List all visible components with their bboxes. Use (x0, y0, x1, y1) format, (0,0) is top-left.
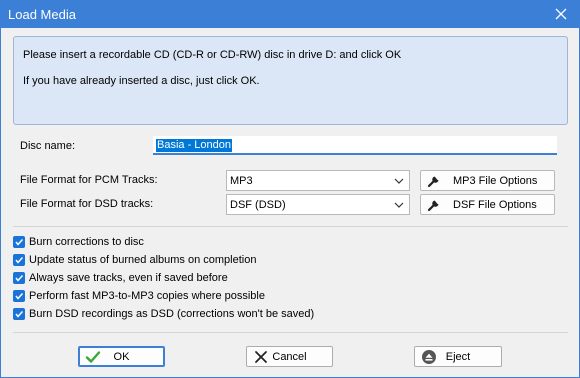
disc-name-field[interactable]: Basia - London (153, 136, 557, 155)
disc-name-value: Basia - London (156, 139, 232, 152)
checkbox-label: Update status of burned albums on comple… (29, 254, 257, 266)
instruction-box: Please insert a recordable CD (CD-R or C… (13, 36, 568, 125)
instruction-line-1: Please insert a recordable CD (CD-R or C… (23, 49, 402, 61)
title-bar: Load Media (1, 1, 579, 28)
eject-button[interactable]: Eject (414, 346, 502, 367)
checkbox-label: Perform fast MP3-to-MP3 copies where pos… (29, 290, 265, 302)
dsf-file-options-label: DSF File Options (453, 199, 537, 211)
mp3-file-options-button[interactable]: MP3 File Options (420, 170, 555, 191)
wrench-icon (427, 176, 439, 188)
divider (13, 332, 568, 333)
ok-label: OK (113, 351, 130, 363)
checkbox-label: Always save tracks, even if saved before (29, 272, 228, 284)
checkbox-checked[interactable] (13, 308, 25, 320)
window-title: Load Media (8, 7, 76, 22)
divider (13, 226, 568, 227)
load-media-dialog: Load Media Please insert a recordable CD… (0, 0, 580, 378)
dsd-format-select[interactable]: DSF (DSD) (226, 194, 410, 215)
chevron-down-icon (394, 178, 404, 184)
ok-button[interactable]: OK (78, 346, 165, 367)
checkbox-checked[interactable] (13, 236, 25, 248)
cancel-button[interactable]: Cancel (246, 346, 333, 367)
cancel-label: Cancel (272, 351, 307, 363)
disc-name-label: Disc name: (20, 140, 76, 152)
eject-label: Eject (445, 351, 471, 363)
close-button[interactable] (549, 4, 573, 24)
instruction-line-2: If you have already inserted a disc, jus… (23, 75, 260, 87)
checkbox-checked[interactable] (13, 254, 25, 266)
checkbox-checked[interactable] (13, 272, 25, 284)
chevron-down-icon (394, 202, 404, 208)
checkbox-checked[interactable] (13, 290, 25, 302)
checkbox-label: Burn DSD recordings as DSD (corrections … (29, 308, 315, 320)
close-icon (555, 8, 567, 20)
pcm-format-select[interactable]: MP3 (226, 170, 410, 191)
dsf-file-options-button[interactable]: DSF File Options (420, 194, 555, 215)
pcm-format-label: File Format for PCM Tracks: (20, 174, 158, 186)
wrench-icon (427, 200, 439, 212)
dsd-format-value: DSF (DSD) (230, 199, 286, 211)
pcm-format-value: MP3 (230, 175, 253, 187)
mp3-file-options-label: MP3 File Options (453, 175, 538, 187)
dsd-format-label: File Format for DSD tracks: (20, 198, 154, 210)
checkbox-label: Burn corrections to disc (29, 236, 144, 248)
